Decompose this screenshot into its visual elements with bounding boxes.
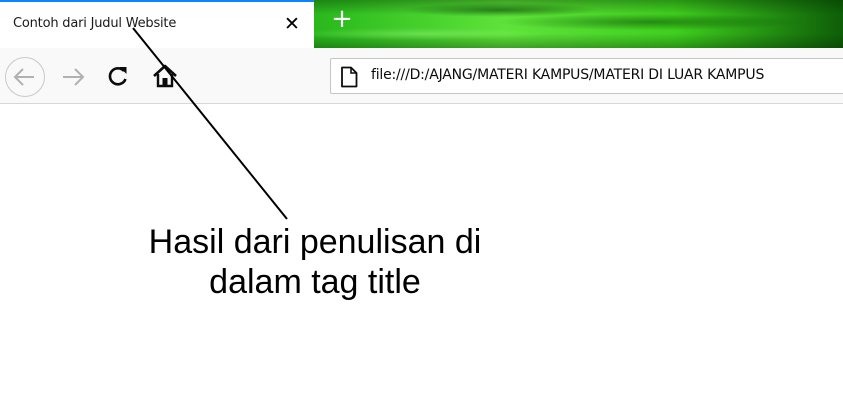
annotation-caption: Hasil dari penulisan di dalam tag title: [110, 222, 520, 302]
browser-window: Contoh dari Judul Website ✕ + file:///D:…: [0, 0, 843, 416]
navigation-toolbar: file:///D:/AJANG/MATERI KAMPUS/MATERI DI…: [0, 48, 843, 104]
annotation-line-1: Hasil dari penulisan di: [148, 223, 482, 261]
active-tab[interactable]: Contoh dari Judul Website ✕: [0, 0, 314, 48]
back-button[interactable]: [5, 57, 45, 97]
arrow-right-icon: [63, 68, 85, 86]
reload-icon: [108, 66, 127, 86]
new-tab-button[interactable]: +: [328, 3, 356, 35]
close-icon[interactable]: ✕: [281, 12, 303, 36]
tab-title: Contoh dari Judul Website: [13, 16, 177, 31]
home-button[interactable]: [149, 60, 181, 92]
reload-button[interactable]: [103, 62, 133, 92]
page-icon: [341, 66, 358, 88]
tab-strip: Contoh dari Judul Website ✕ +: [0, 0, 843, 48]
annotation-line-2: dalam tag title: [209, 263, 421, 301]
arrow-left-icon: [13, 68, 34, 86]
home-icon: [153, 64, 177, 88]
address-bar[interactable]: file:///D:/AJANG/MATERI KAMPUS/MATERI DI…: [330, 58, 843, 94]
url-text: file:///D:/AJANG/MATERI KAMPUS/MATERI DI…: [371, 67, 765, 83]
forward-button[interactable]: [59, 62, 89, 92]
